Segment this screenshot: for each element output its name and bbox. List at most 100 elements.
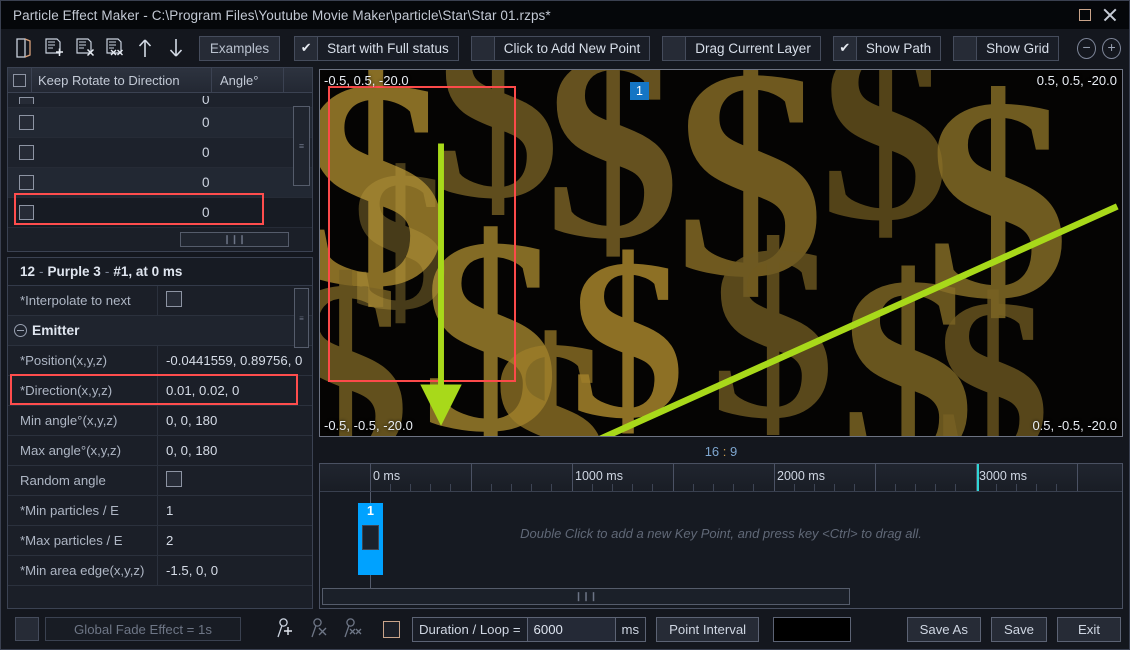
- zoom-out-icon[interactable]: −: [1077, 37, 1097, 59]
- show-grid-checkbox[interactable]: Show Grid: [953, 35, 1060, 61]
- delete-all-layers-icon[interactable]: [100, 33, 130, 63]
- property-row-random-angle[interactable]: Random angle: [8, 466, 312, 496]
- row-angle-value[interactable]: 0: [202, 96, 282, 104]
- duration-loop-input[interactable]: 6000: [526, 617, 615, 641]
- ruler-label-3000ms: 3000 ms: [979, 469, 1027, 483]
- start-with-full-status-checkbox[interactable]: ✔ Start with Full status: [294, 35, 459, 61]
- property-row-direction-xyz[interactable]: *Direction(x,y,z) 0.01, 0.02, 0: [8, 376, 312, 406]
- delete-all-points-icon[interactable]: [337, 614, 371, 644]
- row-checkbox-cell[interactable]: [8, 175, 44, 190]
- canvas-layer-badge[interactable]: 1: [630, 82, 649, 100]
- rotate-table-rows: 0 0 0 0 0: [8, 93, 312, 251]
- property-value[interactable]: [158, 291, 312, 310]
- rotate-header-checkbox-cell[interactable]: [8, 68, 32, 92]
- row-checkbox[interactable]: [18, 205, 34, 220]
- canvas-corner-top-right: 0.5, 0.5, -20.0: [1036, 73, 1117, 88]
- rotate-table-horizontal-scrollbar[interactable]: ❙❙❙: [180, 232, 289, 247]
- properties-vertical-scrollbar[interactable]: ≡: [294, 288, 309, 348]
- show-grid-label: Show Grid: [986, 40, 1050, 56]
- save-button[interactable]: Save: [990, 616, 1048, 642]
- row-angle-value[interactable]: 0: [202, 145, 282, 160]
- property-row-min-area-edge-xyz[interactable]: *Min area edge(x,y,z) -1.5, 0, 0: [8, 556, 312, 586]
- interpolate-to-next-checkbox[interactable]: [166, 291, 182, 307]
- start-with-full-status-check-mark[interactable]: ✔: [295, 36, 319, 60]
- property-value[interactable]: -0.0441559, 0.89756, 0: [158, 353, 312, 368]
- exit-button[interactable]: Exit: [1057, 616, 1121, 642]
- canvas-corner-bottom-right: 0.5, -0.5, -20.0: [1032, 418, 1117, 433]
- show-grid-check-mark[interactable]: [954, 36, 978, 60]
- property-value[interactable]: -1.5, 0, 0: [158, 563, 312, 578]
- timeline-panel[interactable]: 0 ms 1000 ms 2000 ms 3000 ms 1 Double Cl…: [319, 463, 1123, 609]
- rotate-header-extra-cell: [284, 68, 312, 92]
- move-down-icon[interactable]: [161, 33, 191, 63]
- property-row-min-particles-per-e[interactable]: *Min particles / E 1: [8, 496, 312, 526]
- property-value[interactable]: [158, 471, 312, 490]
- add-layer-icon[interactable]: [39, 33, 69, 63]
- row-checkbox[interactable]: [18, 175, 34, 190]
- loop-checkbox[interactable]: [383, 620, 400, 638]
- timeline-ruler[interactable]: 0 ms 1000 ms 2000 ms 3000 ms: [320, 464, 1122, 492]
- table-row[interactable]: 0: [8, 93, 312, 108]
- window-title: Particle Effect Maker - C:\Program Files…: [13, 7, 551, 23]
- collapse-minus-icon[interactable]: [8, 324, 32, 337]
- show-path-checkbox[interactable]: ✔ Show Path: [832, 35, 942, 61]
- property-value[interactable]: 0.01, 0.02, 0: [158, 383, 312, 398]
- timeline-playhead[interactable]: [977, 464, 979, 491]
- zoom-in-icon[interactable]: +: [1102, 37, 1122, 59]
- row-checkbox-cell[interactable]: [8, 145, 44, 160]
- property-row-interpolate-to-next[interactable]: *Interpolate to next: [8, 286, 312, 316]
- color-swatch[interactable]: [773, 616, 852, 642]
- property-row-position-xyz[interactable]: *Position(x,y,z) -0.0441559, 0.89756, 0: [8, 346, 312, 376]
- row-angle-value[interactable]: 0: [202, 205, 282, 220]
- duration-loop-field[interactable]: Duration / Loop = 6000 ms: [412, 616, 647, 642]
- window-controls: [1079, 8, 1123, 22]
- table-row-selected[interactable]: 0: [8, 198, 312, 228]
- click-to-add-new-point-checkbox[interactable]: Click to Add New Point: [470, 35, 651, 61]
- title-bar: Particle Effect Maker - C:\Program Files…: [1, 1, 1129, 29]
- property-value[interactable]: 1: [158, 503, 312, 518]
- table-row[interactable]: 0: [8, 168, 312, 198]
- global-fade-effect-checkbox[interactable]: [15, 617, 39, 641]
- add-point-icon[interactable]: [269, 614, 303, 644]
- property-value[interactable]: 2: [158, 533, 312, 548]
- save-as-button[interactable]: Save As: [906, 616, 981, 642]
- property-value[interactable]: 0, 0, 180: [158, 413, 312, 428]
- row-angle-value[interactable]: 0: [202, 115, 282, 130]
- preview-canvas[interactable]: $ $ $ $ $ $ $ $ $ $ $ $ $ $: [319, 69, 1123, 437]
- property-value[interactable]: 0, 0, 180: [158, 443, 312, 458]
- row-checkbox[interactable]: [18, 115, 34, 130]
- timeline-track[interactable]: 1 Double Click to add a new Key Point, a…: [320, 492, 1122, 608]
- row-checkbox[interactable]: [18, 96, 34, 104]
- examples-button[interactable]: Examples: [198, 35, 281, 61]
- delete-point-icon[interactable]: [303, 614, 337, 644]
- move-up-icon[interactable]: [130, 33, 160, 63]
- property-row-max-angle-xyz[interactable]: Max angle°(x,y,z) 0, 0, 180: [8, 436, 312, 466]
- rotate-header-checkbox[interactable]: [13, 73, 26, 87]
- row-angle-value[interactable]: 0: [202, 175, 282, 190]
- property-row-min-angle-xyz[interactable]: Min angle°(x,y,z) 0, 0, 180: [8, 406, 312, 436]
- properties-rows: *Interpolate to next Emitter *Position(x…: [8, 286, 312, 608]
- start-with-full-status-label: Start with Full status: [327, 40, 449, 56]
- table-row[interactable]: 0: [8, 108, 312, 138]
- global-fade-effect-label[interactable]: Global Fade Effect = 1s: [45, 617, 241, 641]
- delete-layer-icon[interactable]: [70, 33, 100, 63]
- row-checkbox-cell[interactable]: [8, 205, 44, 220]
- property-row-max-particles-per-e[interactable]: *Max particles / E 2: [8, 526, 312, 556]
- show-path-check-mark[interactable]: ✔: [833, 36, 857, 60]
- close-icon[interactable]: [1103, 8, 1117, 22]
- random-angle-checkbox[interactable]: [166, 471, 182, 487]
- point-interval-button[interactable]: Point Interval: [656, 616, 760, 642]
- row-checkbox-cell[interactable]: [8, 115, 44, 130]
- drag-current-layer-checkbox[interactable]: Drag Current Layer: [662, 35, 821, 61]
- drag-current-layer-check-mark[interactable]: [663, 36, 687, 60]
- timeline-horizontal-scrollbar[interactable]: ❙❙❙: [322, 588, 850, 605]
- maximize-icon[interactable]: [1079, 9, 1091, 21]
- open-file-icon[interactable]: [9, 33, 39, 63]
- rotate-table-vertical-scrollbar[interactable]: ≡: [293, 106, 310, 186]
- click-to-add-new-point-check-mark[interactable]: [471, 36, 495, 60]
- property-group-emitter[interactable]: Emitter: [8, 316, 312, 346]
- row-checkbox-cell[interactable]: [8, 96, 44, 104]
- table-row[interactable]: 0: [8, 138, 312, 168]
- particle-effect-maker-window: Particle Effect Maker - C:\Program Files…: [0, 0, 1130, 650]
- row-checkbox[interactable]: [18, 145, 34, 160]
